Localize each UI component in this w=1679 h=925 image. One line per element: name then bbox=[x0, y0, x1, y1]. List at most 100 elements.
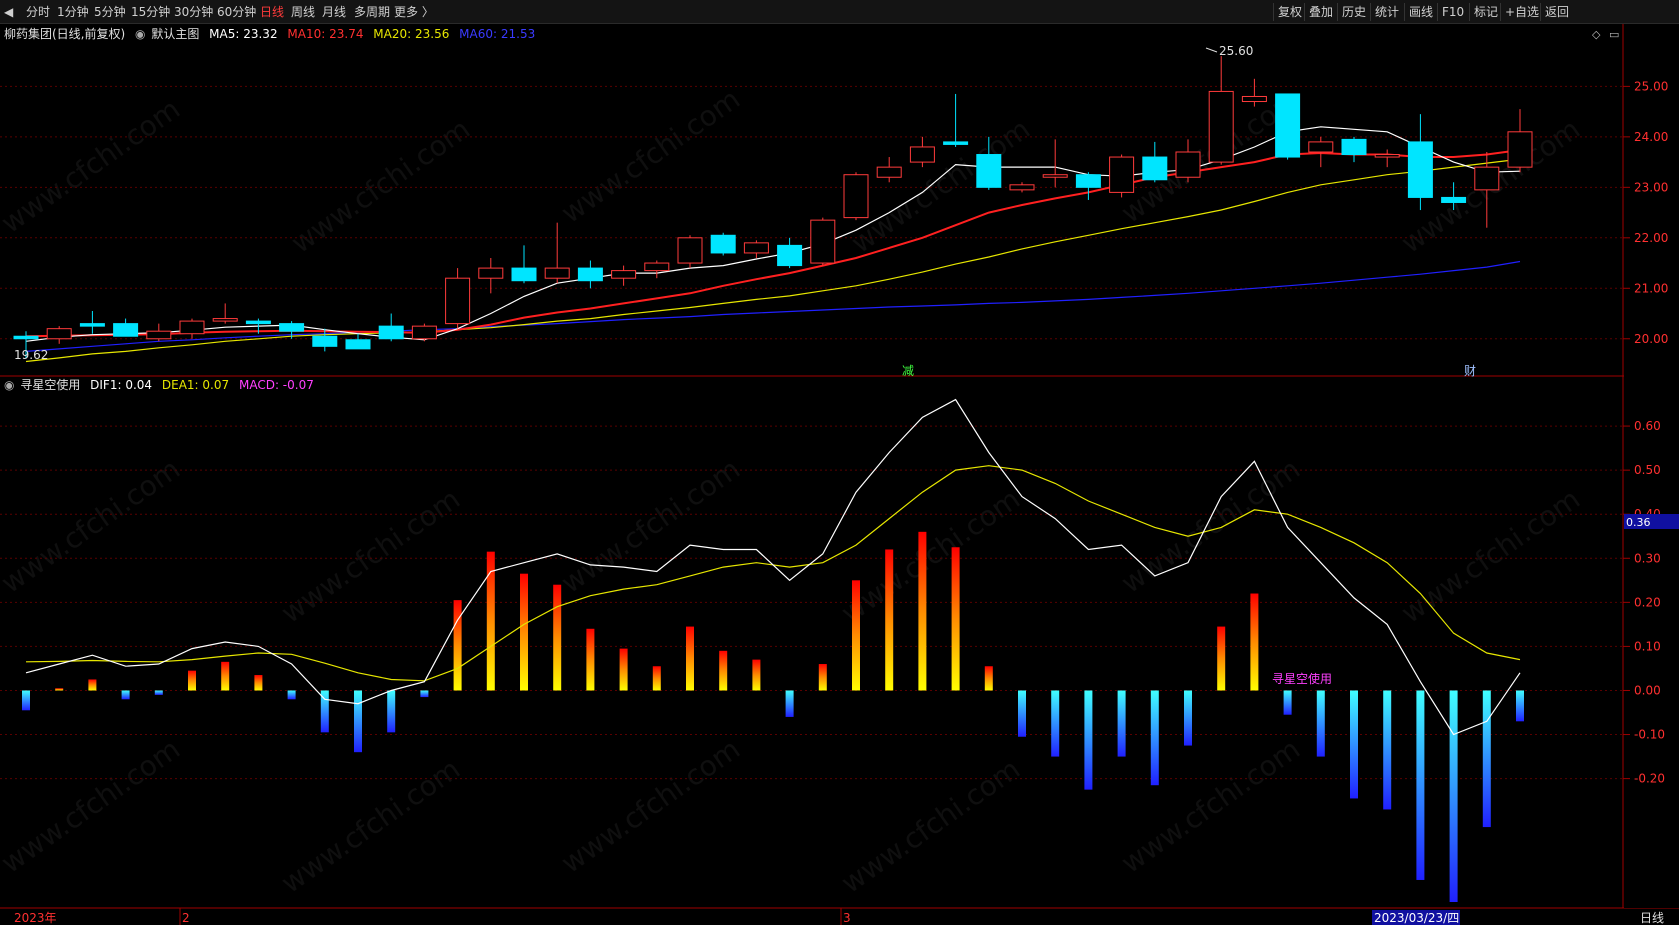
macd-bar-negative bbox=[1449, 690, 1458, 902]
low-price-label: 19.62 bbox=[14, 348, 48, 362]
period-30min[interactable]: 30分钟 bbox=[174, 3, 213, 21]
value-tick-label: 0.20 bbox=[1634, 595, 1661, 609]
macd-bar-positive bbox=[818, 664, 827, 691]
candle-up bbox=[478, 267, 504, 279]
candle-up bbox=[179, 320, 205, 335]
candle-up bbox=[1241, 95, 1267, 103]
ma-lines bbox=[25, 126, 1521, 363]
watermark: www.cfchi.com bbox=[0, 452, 186, 599]
window-icon[interactable]: ▭ bbox=[1609, 28, 1619, 41]
macd-bar-negative bbox=[1117, 690, 1126, 757]
candle-up bbox=[411, 325, 437, 340]
macd-bar-negative bbox=[1516, 690, 1524, 722]
candle-down bbox=[1075, 174, 1101, 188]
watermark: www.cfchi.com bbox=[1115, 732, 1306, 879]
watermark: www.cfchi.com bbox=[555, 82, 746, 229]
macd-bar-positive bbox=[719, 650, 728, 691]
period-1min[interactable]: 1分钟 bbox=[57, 3, 89, 21]
watermark: www.cfchi.com bbox=[1115, 452, 1306, 599]
candle-down bbox=[79, 323, 105, 327]
price-tick-label: 24.00 bbox=[1634, 130, 1668, 144]
cursor-date-label: 2023/03/23/四 bbox=[1374, 911, 1459, 925]
period-monthly[interactable]: 月线 bbox=[322, 3, 346, 21]
macd-bar-negative bbox=[420, 690, 429, 698]
ma10-line bbox=[25, 149, 1521, 338]
period-15min[interactable]: 15分钟 bbox=[131, 3, 170, 21]
candle-down bbox=[113, 323, 139, 337]
mark-button[interactable]: 标记 bbox=[1469, 3, 1498, 21]
macd-bar-negative bbox=[1350, 690, 1358, 799]
period-multi[interactable]: 多周期 bbox=[354, 3, 390, 21]
value-tick-label: 0.60 bbox=[1634, 419, 1661, 433]
candle-down bbox=[312, 335, 338, 347]
period-more[interactable]: 更多 〉 bbox=[394, 3, 434, 21]
diamond-icon[interactable]: ◇ bbox=[1592, 28, 1601, 41]
watermark: www.cfchi.com bbox=[275, 752, 466, 899]
candle-up bbox=[1009, 184, 1035, 191]
candle-down bbox=[1275, 93, 1301, 158]
value-tick-label: -0.20 bbox=[1634, 772, 1665, 786]
period-daily[interactable]: 日线 bbox=[260, 3, 284, 21]
candle-down bbox=[777, 244, 803, 267]
candle-up bbox=[876, 166, 902, 178]
price-marker-label: 0.36 bbox=[1626, 516, 1651, 529]
value-tick-label: 0.50 bbox=[1634, 463, 1661, 477]
kline-chart[interactable]: www.cfchi.com www.cfchi.com www.cfchi.co… bbox=[0, 24, 1679, 925]
macd-bar-positive bbox=[453, 600, 462, 691]
candle-up bbox=[909, 146, 935, 163]
high-price-pointer bbox=[1205, 47, 1218, 53]
back-button[interactable]: 返回 bbox=[1540, 3, 1569, 21]
period-toolbar: ◀ 分时 1分钟 5分钟 15分钟 30分钟 60分钟 日线 周线 月线 多周期… bbox=[0, 0, 1679, 24]
period-minute-time[interactable]: 分时 bbox=[26, 3, 50, 21]
macd-bar-positive bbox=[221, 661, 230, 691]
macd-bar-positive bbox=[885, 549, 894, 691]
macd-bar-positive bbox=[88, 679, 97, 691]
candle-up bbox=[1042, 174, 1068, 178]
add-watchlist-button[interactable]: +自选 bbox=[1500, 3, 1539, 21]
candle-up bbox=[46, 328, 72, 340]
candle-down bbox=[1142, 156, 1168, 181]
macd-bar-negative bbox=[154, 690, 163, 695]
overlay-button[interactable]: 叠加 bbox=[1304, 3, 1333, 21]
period-5min[interactable]: 5分钟 bbox=[94, 3, 126, 21]
watermark: www.cfchi.com bbox=[555, 732, 746, 879]
collapse-arrow-icon[interactable]: ◀ bbox=[4, 3, 18, 21]
candle-up bbox=[843, 174, 869, 219]
watermark: www.cfchi.com bbox=[1395, 482, 1586, 629]
period-weekly[interactable]: 周线 bbox=[291, 3, 315, 21]
macd-bar-positive bbox=[752, 659, 761, 691]
adjust-button[interactable]: 复权 bbox=[1273, 3, 1302, 21]
candle-up bbox=[146, 330, 172, 340]
macd-bar-negative bbox=[785, 690, 794, 717]
candle-up bbox=[1474, 166, 1500, 191]
date-label-year: 2023年 bbox=[14, 911, 57, 925]
event-mark-b[interactable]: 财 bbox=[1464, 364, 1476, 378]
watermark-layer: www.cfchi.com www.cfchi.com www.cfchi.co… bbox=[0, 82, 1586, 899]
price-tick-label: 21.00 bbox=[1634, 281, 1668, 295]
value-tick-label: -0.10 bbox=[1634, 728, 1665, 742]
dea-line bbox=[25, 465, 1521, 682]
macd-bar-positive bbox=[1217, 626, 1226, 691]
macd-bar-positive bbox=[586, 628, 595, 691]
stats-button[interactable]: 统计 bbox=[1370, 3, 1399, 21]
price-tick-label: 20.00 bbox=[1634, 332, 1668, 346]
event-mark-a[interactable]: 减 bbox=[902, 364, 914, 378]
f10-button[interactable]: F10 bbox=[1437, 3, 1464, 21]
macd-bar-positive bbox=[984, 666, 993, 691]
candle-up bbox=[1208, 90, 1234, 163]
candle-up bbox=[1308, 141, 1334, 153]
macd-bar-negative bbox=[1383, 690, 1392, 810]
macd-bar-negative bbox=[1018, 690, 1026, 737]
candle-down bbox=[511, 267, 537, 282]
date-label-feb: 2 bbox=[182, 911, 190, 925]
value-tick-label: 0.10 bbox=[1634, 639, 1661, 653]
macd-bar-positive bbox=[852, 580, 860, 691]
history-button[interactable]: 历史 bbox=[1337, 3, 1366, 21]
value-tick-label: 0.00 bbox=[1634, 683, 1661, 697]
period-60min[interactable]: 60分钟 bbox=[217, 3, 256, 21]
macd-bar-positive bbox=[1250, 593, 1259, 691]
watermark: www.cfchi.com bbox=[275, 482, 466, 629]
candle-down bbox=[1407, 141, 1433, 198]
macd-bar-positive bbox=[686, 626, 694, 691]
draw-button[interactable]: 画线 bbox=[1404, 3, 1433, 21]
